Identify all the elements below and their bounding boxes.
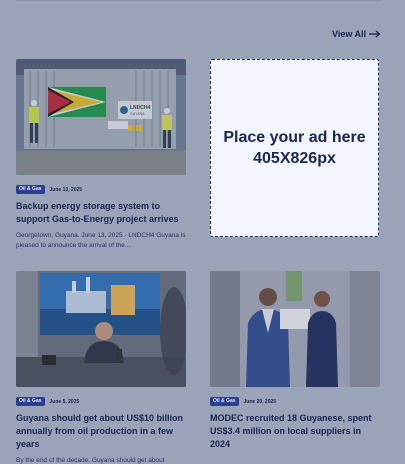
article-card[interactable]: Oil & Gas June 20, 2025 MODEC recruited … xyxy=(210,271,380,451)
view-all-link[interactable]: View All xyxy=(332,29,381,39)
article-card[interactable]: LNDCH4 GUYANA Oil & Gas June 13, 2025 Ba… xyxy=(16,59,186,251)
article-date: June 13, 2025 xyxy=(49,186,83,193)
article-title[interactable]: MODEC recruited 18 Guyanese, spent US$3.… xyxy=(210,412,380,451)
article-image[interactable] xyxy=(16,271,186,387)
article-date: June 20, 2025 xyxy=(243,398,277,405)
ad-placeholder[interactable]: Place your ad here 405X826px xyxy=(210,59,379,237)
article-excerpt: By the end of the decade, Guyana should … xyxy=(16,457,165,464)
article-excerpt: Georgetown, Guyana. June 13, 2025 - LNDC… xyxy=(16,232,186,249)
article-date: June 5, 2025 xyxy=(49,398,80,405)
article-title[interactable]: Backup energy storage system to support … xyxy=(16,200,186,226)
category-badge[interactable]: Oil & Gas xyxy=(210,397,239,406)
category-badge[interactable]: Oil & Gas xyxy=(16,397,45,406)
top-divider xyxy=(16,0,381,1)
article-image[interactable]: LNDCH4 GUYANA xyxy=(16,59,186,175)
view-all-label: View All xyxy=(331,29,366,39)
ad-placeholder-text: Place your ad here 405X826px xyxy=(223,129,366,167)
article-card[interactable]: Oil & Gas June 5, 2025 Guyana should get… xyxy=(16,271,186,464)
category-badge[interactable]: Oil & Gas xyxy=(16,185,45,194)
article-title[interactable]: Guyana should get about US$10 billion an… xyxy=(16,412,186,451)
arrow-right-icon xyxy=(369,30,381,38)
article-image[interactable] xyxy=(210,271,380,387)
